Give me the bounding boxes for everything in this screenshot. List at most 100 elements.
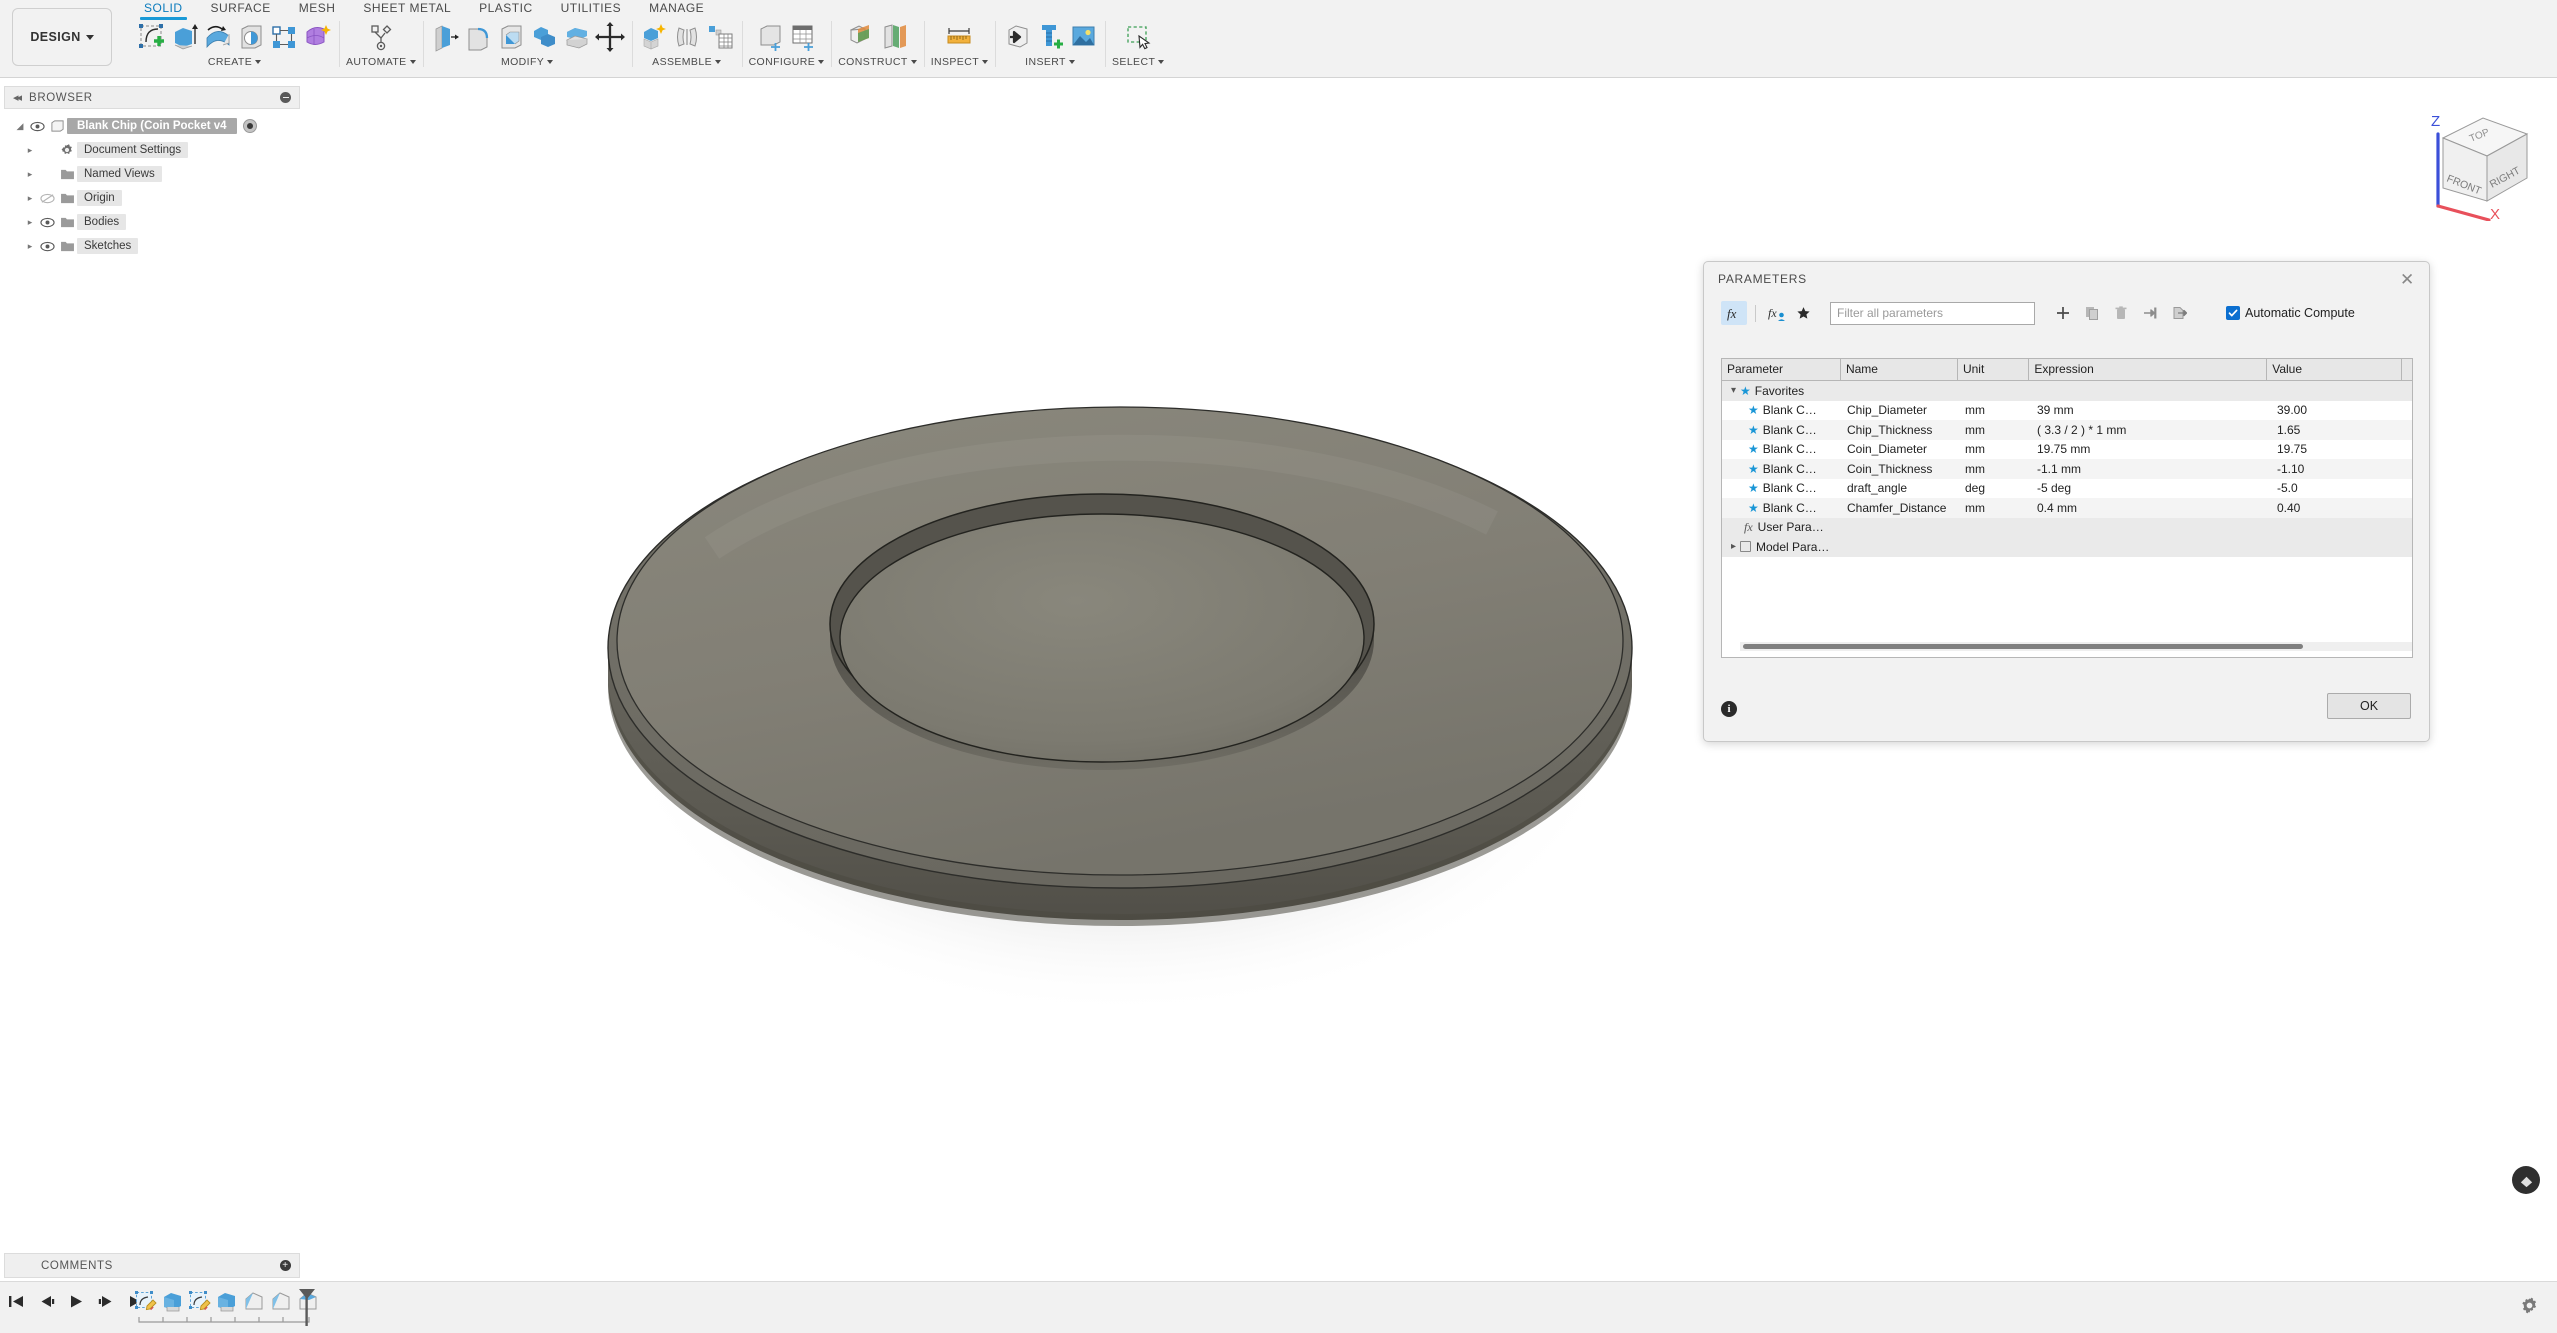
play-icon[interactable] xyxy=(68,1294,85,1309)
draft-icon[interactable] xyxy=(269,1290,293,1314)
copy-icon[interactable] xyxy=(2079,301,2105,325)
extrude-icon[interactable] xyxy=(170,20,200,54)
move-copy-icon[interactable] xyxy=(594,20,625,54)
column-header-value[interactable]: Value xyxy=(2267,359,2403,380)
star-icon[interactable]: ★ xyxy=(1748,403,1759,417)
scrollbar-thumb[interactable] xyxy=(1743,644,2303,649)
star-icon[interactable]: ★ xyxy=(1748,423,1759,437)
shell-icon[interactable] xyxy=(496,20,526,54)
measure-icon[interactable] xyxy=(944,20,974,54)
chevron-down-icon[interactable]: ▾ xyxy=(1727,385,1740,396)
new-component-icon[interactable] xyxy=(639,20,669,54)
trash-icon[interactable] xyxy=(2108,301,2134,325)
insert-image-icon[interactable] xyxy=(1068,20,1098,54)
ok-button[interactable]: OK xyxy=(2327,693,2411,719)
tree-item-named-views[interactable]: ▸ Named Views xyxy=(4,162,300,186)
table-group-row-model-parameters[interactable]: ▸ Model Para… xyxy=(1722,537,2412,557)
offset-plane-icon[interactable] xyxy=(846,20,876,54)
joint-icon[interactable] xyxy=(672,20,702,54)
revolve-icon[interactable] xyxy=(203,20,233,54)
timeline-marker-icon[interactable] xyxy=(296,1287,318,1327)
viewport-canvas[interactable]: Z X TOP FRONT RIGHT PARAMETERS ✕ fx fx F… xyxy=(0,78,2557,1255)
group-label-modify[interactable]: MODIFY xyxy=(501,56,554,68)
group-label-inspect[interactable]: INSPECT xyxy=(931,56,989,68)
expand-arrow-icon[interactable]: ◢ xyxy=(12,121,28,132)
sketch-icon[interactable] xyxy=(134,1290,158,1314)
plus-icon[interactable] xyxy=(2050,301,2076,325)
tab-manage[interactable]: MANAGE xyxy=(635,0,718,17)
tree-item-sketches[interactable]: ▸ Sketches xyxy=(4,234,300,258)
draft-icon[interactable] xyxy=(242,1290,266,1314)
3d-model-coin-pocket-chip[interactable] xyxy=(592,308,1642,1008)
configure-part-icon[interactable] xyxy=(755,20,785,54)
star-icon[interactable] xyxy=(1790,301,1816,325)
tree-item-root-component[interactable]: ◢ Blank Chip (Coin Pocket v4 xyxy=(4,114,300,138)
collapse-left-icon[interactable]: ◂◂ xyxy=(13,91,22,104)
tab-plastic[interactable]: PLASTIC xyxy=(465,0,547,17)
chevron-right-icon[interactable]: ▸ xyxy=(22,145,38,156)
group-label-insert[interactable]: INSERT xyxy=(1025,56,1075,68)
eye-visible-icon[interactable] xyxy=(38,241,57,252)
chevron-right-icon[interactable]: ▸ xyxy=(22,193,38,204)
eye-hidden-icon[interactable] xyxy=(38,193,57,204)
tab-utilities[interactable]: UTILITIES xyxy=(547,0,636,17)
group-label-construct[interactable]: CONSTRUCT xyxy=(838,56,917,68)
info-icon[interactable]: i xyxy=(1721,701,1737,717)
press-pull-icon[interactable] xyxy=(430,20,460,54)
table-group-row-favorites[interactable]: ▾ ★ Favorites xyxy=(1722,381,2412,401)
eye-visible-icon[interactable] xyxy=(28,121,47,132)
tree-item-document-settings[interactable]: ▸ Document Settings xyxy=(4,138,300,162)
table-group-row-user-parameters[interactable]: fx User Para… xyxy=(1722,517,2412,537)
browser-options-icon[interactable] xyxy=(280,92,291,103)
table-horizontal-scrollbar[interactable] xyxy=(1740,642,2412,651)
pattern-icon[interactable] xyxy=(269,20,299,54)
create-sketch-icon[interactable] xyxy=(137,20,167,54)
fx-user-parameter-icon[interactable]: fx xyxy=(1764,301,1790,325)
hole-icon[interactable] xyxy=(236,20,266,54)
filter-parameters-input[interactable] xyxy=(1830,301,2035,325)
table-row[interactable]: ★ Blank C… Chip_Diameter mm 39 mm 39.00 xyxy=(1722,401,2412,421)
fx-icon[interactable]: fx xyxy=(1721,301,1747,325)
chevron-right-icon[interactable]: ▸ xyxy=(22,241,38,252)
column-header-expression[interactable]: Expression xyxy=(2029,359,2268,380)
column-header-name[interactable]: Name xyxy=(1841,359,1958,380)
tab-sheet-metal[interactable]: SHEET METAL xyxy=(349,0,465,17)
table-row[interactable]: ★ Blank C… Chip_Thickness mm ( 3.3 / 2 ) … xyxy=(1722,420,2412,440)
close-icon[interactable]: ✕ xyxy=(2400,271,2415,288)
workspace-switcher-button[interactable]: DESIGN xyxy=(12,8,112,66)
star-icon[interactable]: ★ xyxy=(1748,481,1759,495)
split-face-icon[interactable] xyxy=(562,20,592,54)
star-icon[interactable]: ★ xyxy=(1748,462,1759,476)
help-badge-icon[interactable] xyxy=(2512,1166,2540,1194)
group-label-select[interactable]: SELECT xyxy=(1112,56,1165,68)
chevron-right-icon[interactable]: ▸ xyxy=(22,217,38,228)
assemble-table-icon[interactable] xyxy=(705,20,735,54)
table-row[interactable]: ★ Blank C… Coin_Diameter mm 19.75 mm 19.7… xyxy=(1722,440,2412,460)
table-row[interactable]: ★ Blank C… Chamfer_Distance mm 0.4 mm 0.4… xyxy=(1722,498,2412,518)
table-row[interactable]: ★ Blank C… draft_angle deg -5 deg -5.0 xyxy=(1722,479,2412,499)
settings-gear-icon[interactable] xyxy=(2520,1296,2539,1318)
select-window-icon[interactable] xyxy=(1123,20,1153,54)
configure-table-icon[interactable] xyxy=(788,20,818,54)
view-cube[interactable]: Z X TOP FRONT RIGHT xyxy=(2391,96,2541,221)
star-icon[interactable]: ★ xyxy=(1748,442,1759,456)
tab-mesh[interactable]: MESH xyxy=(285,0,350,17)
import-icon[interactable] xyxy=(2137,301,2163,325)
tree-item-origin[interactable]: ▸ Origin xyxy=(4,186,300,210)
combine-icon[interactable] xyxy=(529,20,559,54)
extrude-icon[interactable] xyxy=(161,1290,185,1314)
column-header-parameter[interactable]: Parameter xyxy=(1722,359,1841,380)
export-icon[interactable] xyxy=(2166,301,2192,325)
group-label-automate[interactable]: AUTOMATE xyxy=(346,56,416,68)
group-label-assemble[interactable]: ASSEMBLE xyxy=(652,56,721,68)
eye-visible-icon[interactable] xyxy=(38,217,57,228)
group-label-create[interactable]: CREATE xyxy=(208,56,262,68)
column-header-unit[interactable]: Unit xyxy=(1958,359,2030,380)
insert-mcmaster-icon[interactable] xyxy=(1035,20,1065,54)
plane-at-angle-icon[interactable] xyxy=(879,20,909,54)
star-icon[interactable]: ★ xyxy=(1748,501,1759,515)
comments-panel[interactable]: COMMENTS + xyxy=(4,1253,300,1278)
step-forward-icon[interactable] xyxy=(98,1294,115,1309)
automatic-compute-toggle[interactable]: Automatic Compute xyxy=(2226,306,2355,320)
tab-solid[interactable]: SOLID xyxy=(130,0,197,20)
